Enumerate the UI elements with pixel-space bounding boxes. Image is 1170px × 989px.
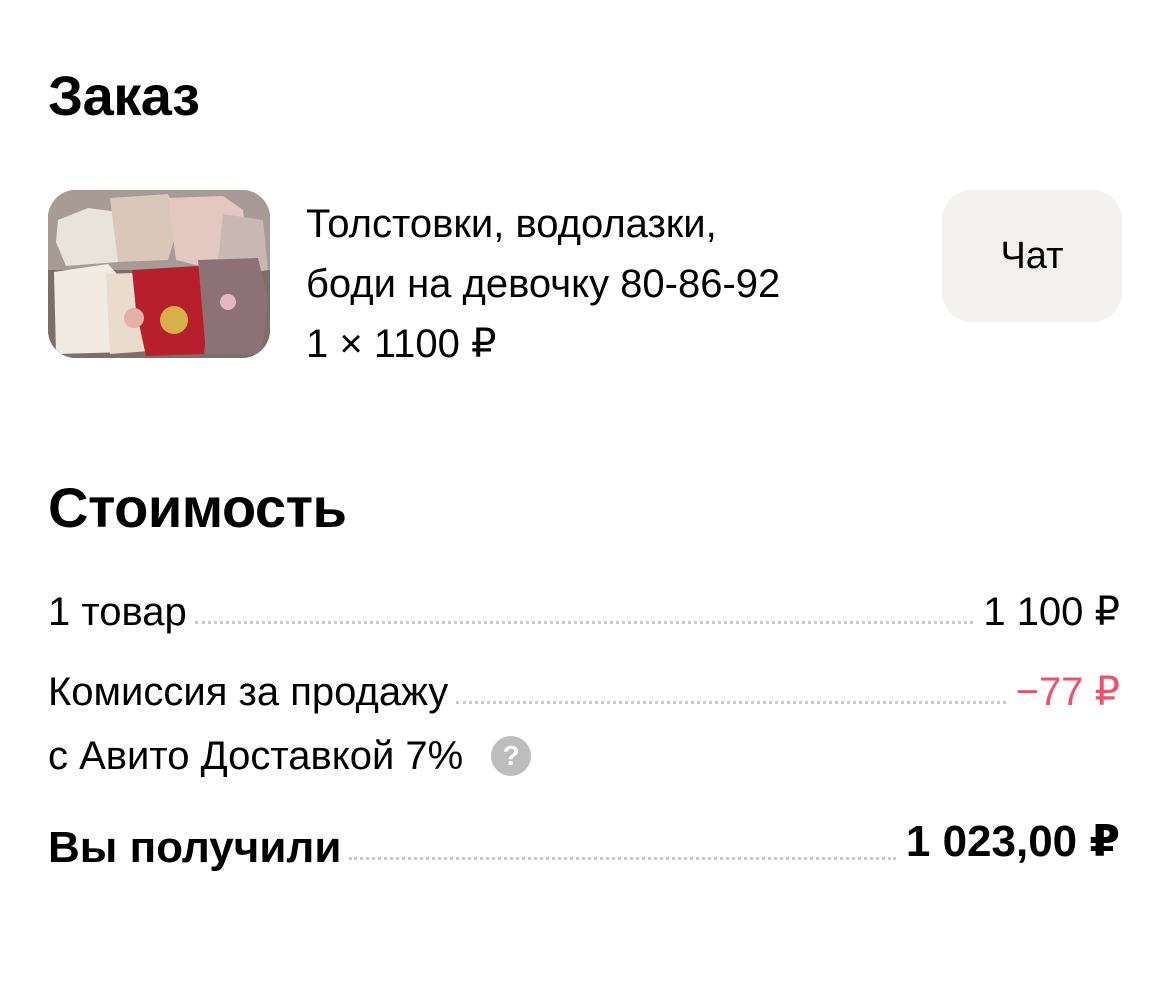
dotted-leader (456, 700, 1006, 704)
product-title-line2: боди на девочку 80-86-92 (306, 262, 781, 306)
items-value: 1 100 ₽ (983, 590, 1120, 634)
dotted-leader (349, 856, 896, 860)
total-value: 1 023,00 ₽ (905, 817, 1120, 866)
items-label: 1 товар (48, 590, 187, 634)
product-info[interactable]: Толстовки, водолазки, боди на девочку 80… (306, 194, 906, 374)
commission-label-second-line: с Авито Доставкой 7% ? (48, 730, 532, 782)
commission-label-line1: Комиссия за продажу (48, 670, 449, 714)
product-qty-price: 1 × 1100 ₽ (306, 322, 497, 366)
chat-button[interactable]: Чат (942, 190, 1122, 322)
cost-row-commission: Комиссия за продажу −77 ₽ (48, 666, 1120, 718)
commission-label-line2: с Авито Доставкой 7% (48, 734, 464, 778)
product-title-line1: Толстовки, водолазки, (306, 202, 717, 246)
dotted-leader (194, 620, 974, 624)
cost-section-title: Стоимость (48, 476, 347, 539)
cost-row-total: Вы получили 1 023,00 ₽ (48, 817, 1120, 874)
product-image[interactable] (48, 190, 270, 358)
order-section-title: Заказ (48, 64, 200, 127)
cost-row-items: 1 товар 1 100 ₽ (48, 586, 1120, 638)
question-circle-icon[interactable]: ? (491, 736, 532, 776)
commission-value: −77 ₽ (1015, 670, 1120, 714)
total-label: Вы получили (48, 823, 342, 872)
product-photo-graphic (48, 190, 270, 358)
